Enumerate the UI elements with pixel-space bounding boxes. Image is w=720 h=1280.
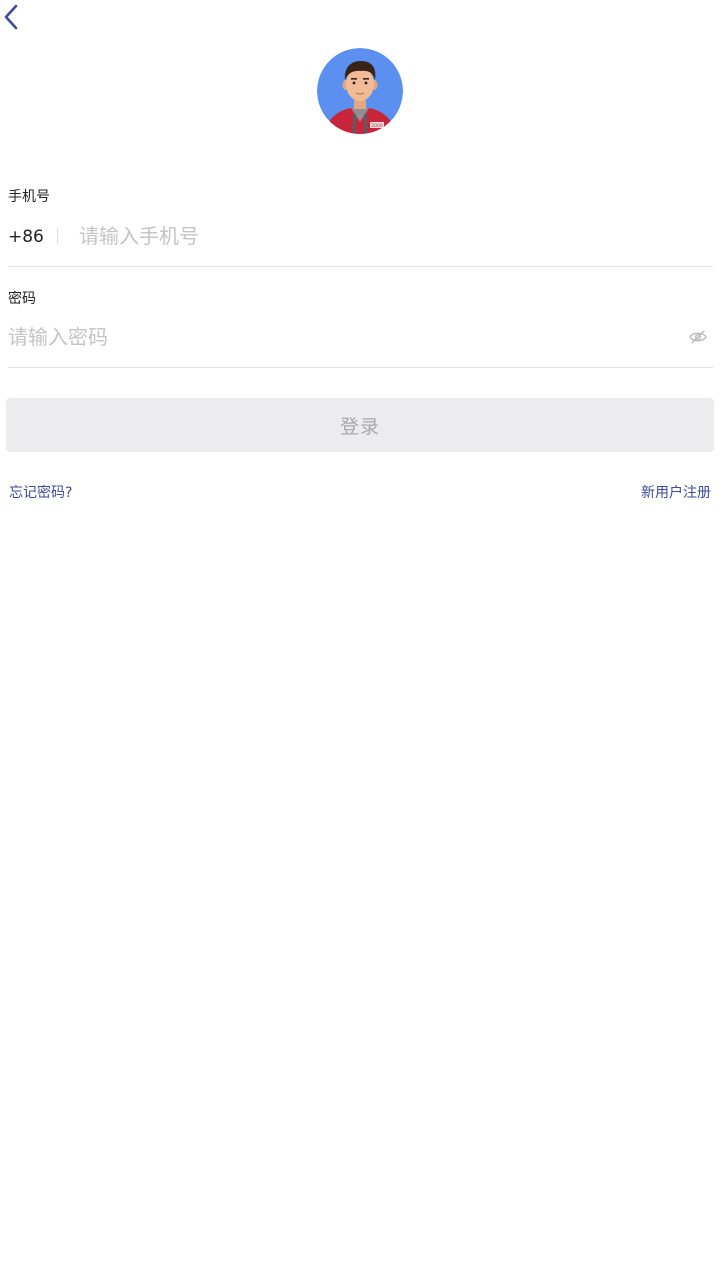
register-link[interactable]: 新用户注册	[641, 484, 711, 502]
user-avatar-illustration: 2000	[317, 48, 403, 134]
country-code-divider	[57, 228, 58, 244]
eye-hidden-icon	[689, 330, 707, 344]
login-page: 2000 手机号 +86 密码 登录 忘记密码? 新用户注册	[0, 0, 720, 1280]
country-code-selector[interactable]: +86	[8, 226, 44, 248]
login-button[interactable]: 登录	[6, 398, 714, 452]
phone-underline	[8, 266, 713, 267]
password-visibility-toggle[interactable]	[688, 328, 708, 346]
back-button[interactable]	[0, 0, 32, 34]
password-input[interactable]	[8, 321, 668, 353]
phone-label: 手机号	[8, 189, 50, 205]
chevron-left-icon	[4, 4, 18, 30]
password-underline	[8, 367, 713, 368]
password-label: 密码	[8, 291, 36, 307]
phone-input[interactable]	[79, 220, 699, 252]
avatar: 2000	[317, 48, 403, 134]
avatar-badge-text: 2000	[371, 123, 383, 129]
forgot-password-link[interactable]: 忘记密码?	[9, 484, 72, 502]
